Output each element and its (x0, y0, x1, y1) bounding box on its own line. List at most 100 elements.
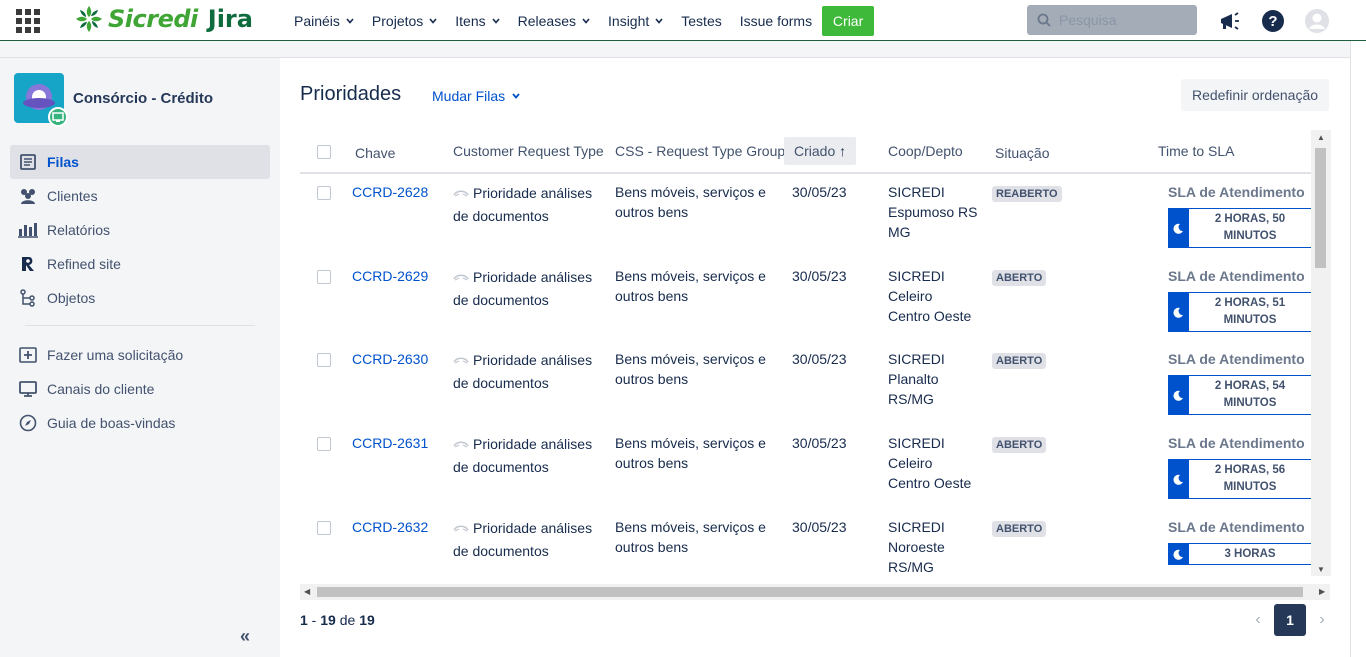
sla-timer: 2 HORAS, 56 MINUTOS (1168, 459, 1312, 499)
status-badge: ABERTO (992, 270, 1047, 286)
objects-icon (18, 288, 38, 308)
sla-time-line1: 3 HORAS (1224, 548, 1276, 560)
column-chave[interactable]: Chave (355, 145, 395, 161)
select-all-checkbox[interactable] (317, 145, 331, 159)
horizontal-scroll-thumb[interactable] (317, 587, 1303, 597)
request-type-line1: Prioridade análises (473, 352, 593, 368)
sla-time-line2: MINUTOS (1223, 230, 1277, 242)
request-type-group-cell: Bens móveis, serviços e outros bens (615, 266, 775, 306)
next-page-button[interactable]: › (1306, 604, 1338, 636)
menu-label: Projetos (371, 12, 424, 29)
sicredi-jira-logo[interactable]: Sicredi Jira (74, 4, 253, 34)
refined-icon (18, 254, 38, 274)
brand-name: Sicredi (108, 5, 198, 33)
sla-name: SLA de Atendimento (1168, 435, 1305, 451)
menu-itens[interactable]: Itens (455, 13, 500, 29)
chevron-down-icon (655, 17, 663, 24)
menu-projetos[interactable]: Projetos (372, 13, 437, 29)
sidebar-item-clientes[interactable]: Clientes (10, 179, 270, 213)
sidebar-item-refined-site[interactable]: Refined site (10, 247, 270, 281)
request-type-line1: Prioridade análises (473, 436, 593, 452)
sla-time-line1: 2 HORAS, 50 (1214, 213, 1286, 225)
horizontal-scrollbar[interactable]: ◀ ▶ (300, 584, 1330, 600)
row-checkbox[interactable] (317, 521, 331, 535)
sla-paused-moon-icon (1168, 209, 1189, 247)
coop-depto-cell: SICREDI Espumoso RS MG (888, 182, 988, 242)
request-type-group-cell: Bens móveis, serviços e outros bens (615, 433, 775, 473)
column-situacao[interactable]: Situação (995, 145, 1049, 161)
table-row[interactable]: CCRD-2632 Prioridade análises de documento… (300, 511, 1312, 594)
row-checkbox[interactable] (317, 186, 331, 200)
collapse-sidebar-button[interactable]: « (240, 626, 250, 647)
project-header[interactable]: Consórcio - Crédito (14, 73, 214, 127)
sidebar-item-label: Relatórios (47, 222, 111, 238)
issue-key-link[interactable]: CCRD-2628 (352, 184, 428, 200)
created-date: 30/05/23 (792, 435, 847, 451)
column-time-to-sla[interactable]: Time to SLA (1158, 143, 1235, 159)
menu-label: Issue forms (739, 12, 813, 29)
row-checkbox[interactable] (317, 437, 331, 451)
main-menu: Painéis Projetos Itens Releases Insight … (294, 0, 875, 41)
scroll-right-icon[interactable]: ▶ (1319, 587, 1325, 596)
request-type-line2: de documentos (453, 292, 549, 308)
row-checkbox[interactable] (317, 270, 331, 284)
range-to: 19 (320, 612, 336, 628)
coop-line1: SICREDI (888, 351, 945, 367)
sla-time-line1: 2 HORAS, 51 (1214, 297, 1286, 309)
help-icon[interactable]: ? (1260, 8, 1286, 34)
scroll-up-icon[interactable]: ▲ (1317, 133, 1325, 142)
issue-key-link[interactable]: CCRD-2632 (352, 519, 428, 535)
user-avatar-icon[interactable] (1304, 8, 1330, 34)
sidebar-nav: Filas Clientes Relatórios Refined site O… (10, 145, 270, 440)
menu-paineis[interactable]: Painéis (294, 13, 354, 29)
table-row[interactable]: CCRD-2630 Prioridade análises de documento… (300, 343, 1312, 427)
monitor-icon (18, 379, 38, 399)
reset-sort-button[interactable]: Redefinir ordenação (1181, 79, 1329, 111)
row-checkbox[interactable] (317, 353, 331, 367)
sidebar-item-canais-cliente[interactable]: Canais do cliente (10, 372, 270, 406)
table-row[interactable]: CCRD-2629 Prioridade análises de documento… (300, 260, 1312, 344)
created-date: 30/05/23 (792, 351, 847, 367)
menu-label: Releases (517, 12, 577, 29)
change-queue-dropdown[interactable]: Mudar Filas (432, 88, 521, 104)
scroll-down-icon[interactable]: ▼ (1317, 565, 1325, 574)
menu-insight[interactable]: Insight (608, 13, 663, 29)
coop-line3: Centro Oeste (888, 475, 972, 491)
sidebar-item-objetos[interactable]: Objetos (10, 281, 270, 315)
menu-testes[interactable]: Testes (681, 13, 721, 29)
vertical-scroll-thumb[interactable] (1315, 148, 1326, 268)
issue-key-link[interactable]: CCRD-2630 (352, 351, 428, 367)
sidebar-item-filas[interactable]: Filas (10, 145, 270, 179)
table-row[interactable]: CCRD-2628 Prioridade análises de documento… (300, 176, 1312, 260)
coop-depto-cell: SICREDI Celeiro Centro Oeste (888, 433, 988, 493)
request-type-icon (453, 190, 469, 197)
search-box[interactable] (1027, 5, 1197, 35)
menu-issue-forms[interactable]: Issue forms (740, 13, 812, 29)
page-button-current[interactable]: 1 (1274, 604, 1306, 636)
table-row[interactable]: CCRD-2631 Prioridade análises de documento… (300, 427, 1312, 511)
request-type-icon (453, 525, 469, 532)
sidebar-item-relatorios[interactable]: Relatórios (10, 213, 270, 247)
page-scrollbar[interactable] (1350, 41, 1366, 657)
status-badge: ABERTO (992, 437, 1047, 453)
menu-label: Testes (681, 12, 722, 29)
search-input[interactable] (1059, 12, 1189, 28)
column-request-type-group[interactable]: CSS - Request Type Group (615, 143, 785, 159)
issue-key-link[interactable]: CCRD-2629 (352, 268, 428, 284)
menu-releases[interactable]: Releases (518, 13, 590, 29)
group-line2: outros bens (615, 539, 689, 555)
announcement-icon[interactable] (1217, 8, 1243, 34)
previous-page-button[interactable]: ‹ (1242, 604, 1274, 636)
service-desk-badge-icon (48, 107, 68, 127)
issue-key-link[interactable]: CCRD-2631 (352, 435, 428, 451)
apps-grid-icon[interactable] (16, 9, 40, 33)
create-button[interactable]: Criar (822, 5, 875, 36)
sidebar-item-guia-boas-vindas[interactable]: Guia de boas-vindas (10, 406, 270, 440)
sidebar-item-fazer-solicitacao[interactable]: Fazer uma solicitação (10, 338, 270, 372)
column-customer-request-type[interactable]: Customer Request Type (453, 143, 604, 159)
vertical-scrollbar[interactable]: ▲ ▼ (1311, 130, 1331, 576)
column-coop-depto[interactable]: Coop/Depto (888, 143, 963, 159)
column-criado[interactable]: Criado ↑ (784, 137, 857, 165)
project-name: Consórcio - Crédito (73, 89, 214, 107)
scroll-left-icon[interactable]: ◀ (304, 587, 310, 596)
